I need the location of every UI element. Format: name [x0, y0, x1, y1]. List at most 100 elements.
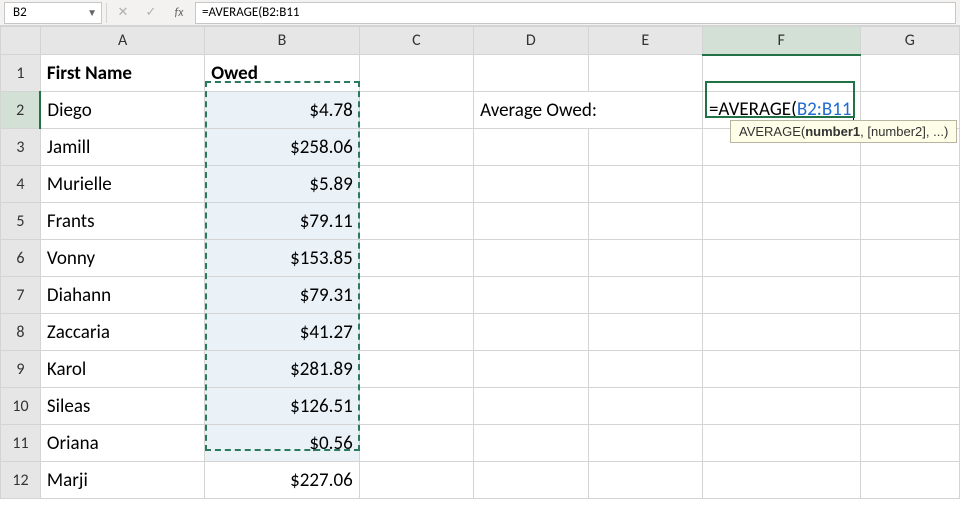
cell-E8[interactable] [588, 314, 702, 351]
cell-D4[interactable] [474, 166, 588, 203]
cell-C7[interactable] [359, 277, 473, 314]
cell-A6[interactable]: Vonny [40, 240, 204, 277]
row-header-5[interactable]: 5 [1, 203, 41, 240]
cell-G7[interactable] [860, 277, 960, 314]
col-header-F[interactable]: F [702, 27, 860, 55]
cancel-button[interactable]: ✕ [111, 2, 135, 24]
cell-C9[interactable] [359, 351, 473, 388]
cell-F7[interactable] [702, 277, 860, 314]
cell-B7[interactable]: $79.31 [205, 277, 359, 314]
cell-C2[interactable] [359, 92, 473, 129]
cell-A5[interactable]: Frants [40, 203, 204, 240]
cell-C4[interactable] [359, 166, 473, 203]
row-header-2[interactable]: 2 [1, 92, 41, 129]
cell-C10[interactable] [359, 388, 473, 425]
cell-G5[interactable] [860, 203, 960, 240]
cell-F11[interactable] [702, 425, 860, 462]
cell-D7[interactable] [474, 277, 588, 314]
cell-B12[interactable]: $227.06 [205, 462, 359, 499]
formula-input[interactable]: =AVERAGE(B2:B11 [195, 2, 956, 24]
col-header-B[interactable]: B [205, 27, 359, 55]
cell-G12[interactable] [860, 462, 960, 499]
name-box[interactable]: B2 ▼ [4, 2, 102, 24]
cell-B1[interactable]: Owed [205, 55, 359, 92]
cell-E10[interactable] [588, 388, 702, 425]
cell-E7[interactable] [588, 277, 702, 314]
row-header-1[interactable]: 1 [1, 55, 41, 92]
cell-C12[interactable] [359, 462, 473, 499]
cell-G4[interactable] [860, 166, 960, 203]
cell-D10[interactable] [474, 388, 588, 425]
cell-A4[interactable]: Murielle [40, 166, 204, 203]
cell-A12[interactable]: Marji [40, 462, 204, 499]
col-header-G[interactable]: G [860, 27, 960, 55]
cell-E4[interactable] [588, 166, 702, 203]
col-header-C[interactable]: C [359, 27, 473, 55]
cell-F9[interactable] [702, 351, 860, 388]
cell-F12[interactable] [702, 462, 860, 499]
cell-E9[interactable] [588, 351, 702, 388]
cell-A10[interactable]: Sileas [40, 388, 204, 425]
cell-B6[interactable]: $153.85 [205, 240, 359, 277]
cell-C11[interactable] [359, 425, 473, 462]
cell-A3[interactable]: Jamill [40, 129, 204, 166]
cell-B9[interactable]: $281.89 [205, 351, 359, 388]
select-all-corner[interactable] [1, 27, 41, 55]
cell-A7[interactable]: Diahann [40, 277, 204, 314]
cell-E1[interactable] [588, 55, 702, 92]
cell-A11[interactable]: Oriana [40, 425, 204, 462]
cell-F4[interactable] [702, 166, 860, 203]
cell-F1[interactable] [702, 55, 860, 92]
row-header-7[interactable]: 7 [1, 277, 41, 314]
row-header-11[interactable]: 11 [1, 425, 41, 462]
cell-A9[interactable]: Karol [40, 351, 204, 388]
cell-F8[interactable] [702, 314, 860, 351]
cell-C3[interactable] [359, 129, 473, 166]
cell-D8[interactable] [474, 314, 588, 351]
cell-F10[interactable] [702, 388, 860, 425]
cell-B4[interactable]: $5.89 [205, 166, 359, 203]
cell-D9[interactable] [474, 351, 588, 388]
cell-B10[interactable]: $126.51 [205, 388, 359, 425]
cell-C5[interactable] [359, 203, 473, 240]
cell-E11[interactable] [588, 425, 702, 462]
cell-B8[interactable]: $41.27 [205, 314, 359, 351]
col-header-D[interactable]: D [474, 27, 588, 55]
cell-E6[interactable] [588, 240, 702, 277]
insert-function-button[interactable]: fx [167, 6, 191, 20]
row-header-8[interactable]: 8 [1, 314, 41, 351]
cell-B11[interactable]: $0.56 [205, 425, 359, 462]
row-header-3[interactable]: 3 [1, 129, 41, 166]
cell-G10[interactable] [860, 388, 960, 425]
row-header-9[interactable]: 9 [1, 351, 41, 388]
cell-G8[interactable] [860, 314, 960, 351]
cell-A8[interactable]: Zaccaria [40, 314, 204, 351]
cell-D3[interactable] [474, 129, 588, 166]
cell-C8[interactable] [359, 314, 473, 351]
cell-E5[interactable] [588, 203, 702, 240]
name-box-dropdown-icon[interactable]: ▼ [87, 6, 97, 19]
cell-D6[interactable] [474, 240, 588, 277]
cell-G1[interactable] [860, 55, 960, 92]
cell-D1[interactable] [474, 55, 588, 92]
col-header-E[interactable]: E [588, 27, 702, 55]
row-header-4[interactable]: 4 [1, 166, 41, 203]
cell-G9[interactable] [860, 351, 960, 388]
cell-C1[interactable] [359, 55, 473, 92]
cell-D5[interactable] [474, 203, 588, 240]
col-header-A[interactable]: A [40, 27, 204, 55]
cell-D11[interactable] [474, 425, 588, 462]
function-tooltip[interactable]: AVERAGE(number1, [number2], ...) [730, 120, 957, 143]
cell-E12[interactable] [588, 462, 702, 499]
cell-F5[interactable] [702, 203, 860, 240]
cell-D2[interactable]: Average Owed: [474, 92, 703, 129]
cell-E3[interactable] [588, 129, 702, 166]
cell-C6[interactable] [359, 240, 473, 277]
cell-A2[interactable]: Diego [40, 92, 204, 129]
cell-B2[interactable]: $4.78 [205, 92, 359, 129]
row-header-12[interactable]: 12 [1, 462, 41, 499]
cell-G11[interactable] [860, 425, 960, 462]
cell-B3[interactable]: $258.06 [205, 129, 359, 166]
row-header-6[interactable]: 6 [1, 240, 41, 277]
cell-G6[interactable] [860, 240, 960, 277]
